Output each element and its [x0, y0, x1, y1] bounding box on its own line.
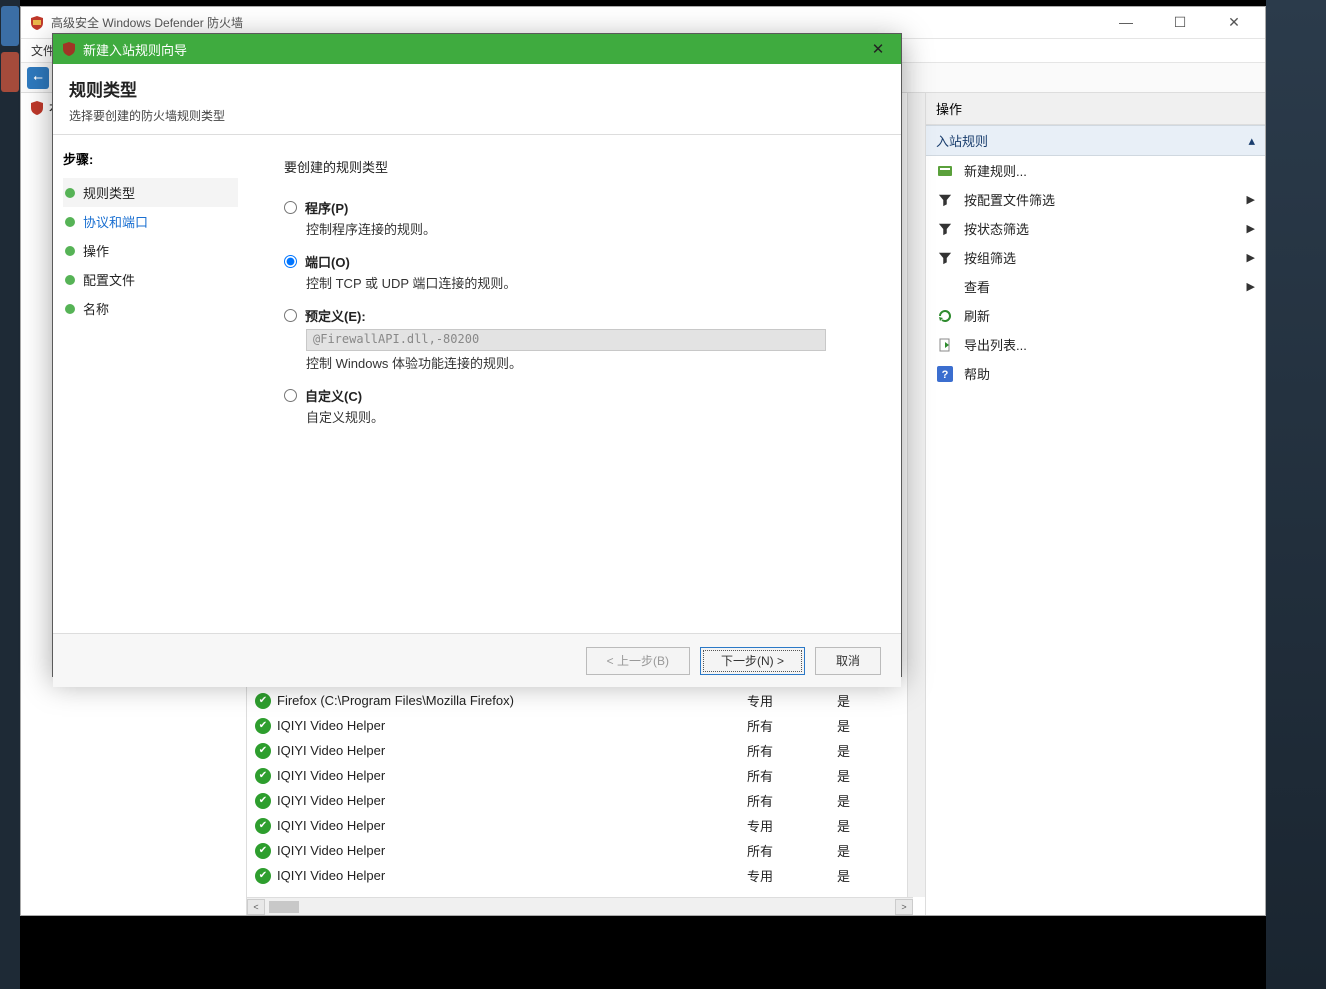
action-item[interactable]: 查看▶ — [926, 272, 1265, 301]
step-bullet-icon — [65, 188, 75, 198]
predefined-dropdown[interactable]: @FirewallAPI.dll,-80200 — [306, 329, 826, 351]
rule-type-prompt: 要创建的规则类型 — [284, 157, 865, 176]
enabled-check-icon: ✔ — [255, 818, 271, 834]
filter-icon — [936, 191, 954, 209]
next-button[interactable]: 下一步(N) > — [700, 647, 805, 675]
submenu-arrow-icon: ▶ — [1247, 193, 1255, 206]
maximize-button[interactable]: ☐ — [1165, 14, 1195, 31]
wizard-title: 新建入站规则向导 — [83, 40, 863, 59]
enabled-check-icon: ✔ — [255, 693, 271, 709]
help-icon: ? — [936, 365, 954, 383]
option-program[interactable]: 程序(P) 控制程序连接的规则。 — [284, 198, 865, 238]
actions-pane: 操作 入站规则 ▴ 新建规则...按配置文件筛选▶按状态筛选▶按组筛选▶查看▶刷… — [925, 93, 1265, 915]
submenu-arrow-icon: ▶ — [1247, 222, 1255, 235]
table-row[interactable]: ✔Firefox (C:\Program Files\Mozilla Firef… — [255, 688, 915, 713]
new-inbound-rule-wizard: 新建入站规则向导 ✕ 规则类型 选择要创建的防火墙规则类型 步骤: 规则类型协议… — [52, 33, 902, 677]
step-bullet-icon — [65, 217, 75, 227]
actions-section-title[interactable]: 入站规则 ▴ — [926, 125, 1265, 156]
svg-text:?: ? — [942, 369, 949, 381]
wizard-step[interactable]: 操作 — [63, 236, 238, 265]
collapse-icon[interactable]: ▴ — [1248, 133, 1255, 149]
table-row[interactable]: ✔IQIYI Video Helper专用是 — [255, 813, 915, 838]
radio-port[interactable] — [284, 255, 297, 268]
scroll-left-button[interactable]: < — [247, 899, 265, 915]
steps-label: 步骤: — [63, 149, 238, 168]
option-custom[interactable]: 自定义(C) 自定义规则。 — [284, 386, 865, 426]
nav-back-button[interactable]: ⭠ — [27, 67, 49, 89]
actions-header: 操作 — [926, 93, 1265, 125]
refresh-icon — [936, 307, 954, 325]
radio-custom[interactable] — [284, 389, 297, 402]
action-item[interactable]: 按组筛选▶ — [926, 243, 1265, 272]
none-icon — [936, 278, 954, 296]
table-row[interactable]: ✔IQIYI Video Helper所有是 — [255, 713, 915, 738]
action-item[interactable]: 导出列表... — [926, 330, 1265, 359]
wizard-page-header: 规则类型 选择要创建的防火墙规则类型 — [53, 64, 901, 135]
wizard-steps-pane: 步骤: 规则类型协议和端口操作配置文件名称 — [53, 135, 248, 633]
wizard-step[interactable]: 规则类型 — [63, 178, 238, 207]
firewall-icon — [29, 15, 45, 31]
action-item[interactable]: 新建规则... — [926, 156, 1265, 185]
option-port[interactable]: 端口(O) 控制 TCP 或 UDP 端口连接的规则。 — [284, 252, 865, 292]
wizard-icon — [61, 41, 77, 57]
enabled-check-icon: ✔ — [255, 868, 271, 884]
export-icon — [936, 336, 954, 354]
minimize-button[interactable]: — — [1111, 14, 1141, 31]
step-bullet-icon — [65, 304, 75, 314]
enabled-check-icon: ✔ — [255, 843, 271, 859]
rule-icon — [936, 162, 954, 180]
filter-icon — [936, 220, 954, 238]
wizard-close-button[interactable]: ✕ — [863, 40, 893, 58]
desktop-right-strip — [1266, 0, 1326, 989]
table-row[interactable]: ✔IQIYI Video Helper所有是 — [255, 788, 915, 813]
back-button[interactable]: < 上一步(B) — [586, 647, 690, 675]
cancel-button[interactable]: 取消 — [815, 647, 881, 675]
wizard-page-title: 规则类型 — [69, 76, 885, 101]
wizard-titlebar[interactable]: 新建入站规则向导 ✕ — [53, 34, 901, 64]
table-row[interactable]: ✔IQIYI Video Helper专用是 — [255, 863, 915, 888]
close-button[interactable]: ✕ — [1219, 14, 1249, 31]
vertical-scrollbar[interactable] — [907, 93, 925, 897]
enabled-check-icon: ✔ — [255, 718, 271, 734]
table-row[interactable]: ✔IQIYI Video Helper所有是 — [255, 763, 915, 788]
action-item[interactable]: ?帮助 — [926, 359, 1265, 388]
submenu-arrow-icon: ▶ — [1247, 280, 1255, 293]
step-bullet-icon — [65, 246, 75, 256]
action-item[interactable]: 刷新 — [926, 301, 1265, 330]
enabled-check-icon: ✔ — [255, 743, 271, 759]
wizard-step[interactable]: 配置文件 — [63, 265, 238, 294]
option-predefined[interactable]: 预定义(E): @FirewallAPI.dll,-80200 控制 Windo… — [284, 306, 865, 372]
desktop-left-strip — [0, 0, 20, 989]
submenu-arrow-icon: ▶ — [1247, 251, 1255, 264]
wizard-step[interactable]: 协议和端口 — [63, 207, 238, 236]
step-bullet-icon — [65, 275, 75, 285]
action-item[interactable]: 按状态筛选▶ — [926, 214, 1265, 243]
wizard-content: 要创建的规则类型 程序(P) 控制程序连接的规则。 端口(O) 控制 TCP 或… — [248, 135, 901, 633]
scroll-thumb[interactable] — [269, 901, 299, 913]
scroll-right-button[interactable]: > — [895, 899, 913, 915]
table-row[interactable]: ✔IQIYI Video Helper所有是 — [255, 738, 915, 763]
radio-program[interactable] — [284, 201, 297, 214]
action-item[interactable]: 按配置文件筛选▶ — [926, 185, 1265, 214]
wizard-step[interactable]: 名称 — [63, 294, 238, 323]
filter-icon — [936, 249, 954, 267]
radio-predefined[interactable] — [284, 309, 297, 322]
enabled-check-icon: ✔ — [255, 768, 271, 784]
main-window-title: 高级安全 Windows Defender 防火墙 — [51, 14, 1111, 31]
horizontal-scrollbar[interactable]: < > — [247, 897, 913, 915]
enabled-check-icon: ✔ — [255, 793, 271, 809]
wizard-footer: < 上一步(B) 下一步(N) > 取消 — [53, 633, 901, 687]
wizard-page-subtitle: 选择要创建的防火墙规则类型 — [69, 107, 885, 124]
table-row[interactable]: ✔IQIYI Video Helper所有是 — [255, 838, 915, 863]
